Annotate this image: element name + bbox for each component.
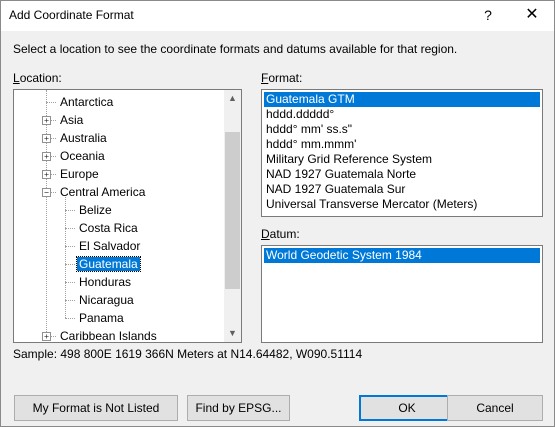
tree-item-guatemala[interactable]: Guatemala: [76, 255, 141, 273]
tree-item-antarctica[interactable]: Antarctica: [58, 93, 115, 111]
format-label: Format:: [261, 71, 303, 85]
cancel-button[interactable]: Cancel: [447, 395, 543, 421]
format-list-item[interactable]: hddd.ddddd°: [264, 107, 336, 122]
help-button[interactable]: ?: [473, 1, 503, 31]
scroll-thumb[interactable]: [225, 132, 240, 289]
format-list-item[interactable]: Military Grid Reference System: [264, 152, 434, 167]
datum-listbox[interactable]: World Geodetic System 1984: [261, 245, 543, 343]
title-bar: Add Coordinate Format ? ✕: [1, 1, 554, 31]
format-list-item[interactable]: Guatemala GTM: [264, 92, 540, 107]
ok-button[interactable]: OK: [359, 395, 455, 421]
tree-item-label: Belize: [79, 203, 112, 217]
tree-item-label: Costa Rica: [79, 221, 138, 235]
scroll-down-arrow-icon[interactable]: ▼: [224, 325, 241, 342]
tree-connector: [65, 282, 75, 283]
location-label: Location:: [13, 71, 62, 85]
tree-connector: [46, 90, 47, 336]
tree-item-el-salvador[interactable]: El Salvador: [77, 237, 142, 255]
scroll-up-arrow-icon[interactable]: ▲: [224, 90, 241, 107]
tree-item-label: Nicaragua: [79, 293, 134, 307]
tree-item-belize[interactable]: Belize: [77, 201, 114, 219]
tree-connector: [65, 228, 75, 229]
tree-connector: [65, 264, 75, 265]
add-coordinate-format-dialog: Add Coordinate Format ? ✕ Select a locat…: [0, 0, 555, 427]
tree-item-label: Honduras: [79, 275, 132, 289]
tree-connector: [46, 102, 56, 103]
tree-item-oceania[interactable]: Oceania: [58, 147, 107, 165]
format-list-item[interactable]: Universal Transverse Mercator (Meters): [264, 197, 479, 212]
tree-item-australia[interactable]: Australia: [58, 129, 109, 147]
collapse-icon[interactable]: −: [42, 188, 51, 197]
tree-item-asia[interactable]: Asia: [58, 111, 85, 129]
tree-item-nicaragua[interactable]: Nicaragua: [77, 291, 136, 309]
tree-item-label: Asia: [60, 113, 84, 127]
tree-item-label: Australia: [60, 131, 107, 145]
tree-item-central-america[interactable]: Central America: [58, 183, 147, 201]
tree-item-honduras[interactable]: Honduras: [77, 273, 133, 291]
tree-connector: [65, 246, 75, 247]
format-list-item[interactable]: hddd° mm.mmm': [264, 137, 358, 152]
location-tree[interactable]: Antarctica + Asia + Australia + Oceania + Europe…: [13, 89, 242, 343]
tree-item-label: Oceania: [60, 149, 105, 163]
tree-connector: [65, 300, 75, 301]
tree-item-label: Guatemala: [76, 256, 141, 272]
tree-item-label: Central America: [60, 185, 146, 199]
find-by-epsg-button[interactable]: Find by EPSG...: [187, 395, 290, 421]
format-listbox[interactable]: Guatemala GTM hddd.ddddd° hddd° mm' ss.s" h…: [261, 89, 543, 217]
tree-item-caribbean-islands[interactable]: Caribbean Islands: [58, 327, 159, 342]
tree-item-costa-rica[interactable]: Costa Rica: [77, 219, 140, 237]
tree-item-label: Caribbean Islands: [60, 329, 157, 342]
expand-icon[interactable]: +: [42, 332, 51, 341]
tree-item-label: Europe: [60, 167, 99, 181]
location-scrollbar[interactable]: ▲ ▼: [224, 90, 241, 342]
expand-icon[interactable]: +: [42, 152, 51, 161]
expand-icon[interactable]: +: [42, 170, 51, 179]
sample-text: Sample: 498 800E 1619 366N Meters at N14…: [13, 347, 363, 361]
tree-connector: [65, 318, 75, 319]
expand-icon[interactable]: +: [42, 134, 51, 143]
instructions-text: Select a location to see the coordinate …: [13, 42, 458, 56]
close-button[interactable]: ✕: [513, 1, 551, 31]
datum-list-item[interactable]: World Geodetic System 1984: [264, 248, 540, 263]
tree-item-panama[interactable]: Panama: [77, 309, 126, 327]
my-format-not-listed-button[interactable]: My Format is Not Listed: [14, 395, 178, 421]
tree-item-label: Antarctica: [60, 95, 114, 109]
location-tree-items: Antarctica + Asia + Australia + Oceania + Europe…: [14, 90, 224, 342]
format-list-item[interactable]: NAD 1927 Guatemala Sur: [264, 182, 407, 197]
expand-icon[interactable]: +: [42, 116, 51, 125]
tree-item-label: Panama: [79, 311, 124, 325]
format-list-item[interactable]: NAD 1927 Guatemala Norte: [264, 167, 418, 182]
format-list-item[interactable]: hddd° mm' ss.s": [264, 122, 354, 137]
tree-item-europe[interactable]: Europe: [58, 165, 101, 183]
tree-connector: [65, 210, 75, 211]
datum-label: Datum:: [261, 227, 300, 241]
tree-item-label: El Salvador: [79, 239, 141, 253]
window-title: Add Coordinate Format: [9, 8, 134, 22]
